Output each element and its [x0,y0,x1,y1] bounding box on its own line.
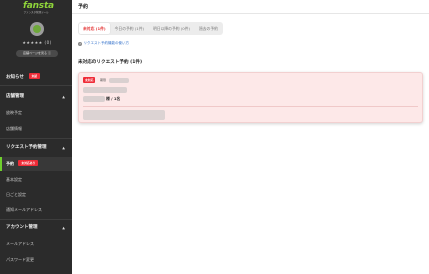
sidebar-item-label: お知らせ [6,75,24,80]
sidebar-item-broadcast-schedule[interactable]: 放映予定 [0,106,72,120]
sidebar-item-label: 店舗情報 [6,126,22,131]
sidebar-item-notification-email[interactable]: 通知メールアドレス [0,203,72,217]
tab-today[interactable]: 今日の予約 (1件) [111,23,148,34]
sidebar-item-label: 基本設定 [6,177,22,182]
sidebar-item-store-info[interactable]: 店舗情報 [0,122,72,136]
sidebar-section-store[interactable]: 店舗管理 ▲ [0,90,72,104]
page-title: 予約 [78,4,89,10]
sidebar-item-notice[interactable]: お知らせ 未読 [0,71,72,85]
help-link-label: リクエスト予約機能の使い方 [83,41,130,45]
status-badge: 未対応 [83,77,96,83]
sidebar-section-label: リクエスト予約管理 [6,145,47,150]
sidebar-section-label: アカウント管理 [6,225,38,230]
logo-subtitle: ファンスタ管理ツール [23,11,49,14]
help-link[interactable]: ? リクエスト予約機能の使い方 [78,41,129,46]
redacted-name [83,96,105,102]
sidebar-item-daily-settings[interactable]: 日ごと設定 [0,188,72,202]
question-icon: ? [78,41,82,46]
sidebar-item-label: 予約 [6,161,14,166]
redacted-message [83,110,165,120]
divider [0,85,72,86]
card-divider [83,106,418,107]
reservation-tabs: 未対応 (1件) 今日の予約 (1件) 明日以降の予約 (0件) 過去の予約 [78,22,223,35]
redacted-event [83,87,127,93]
sidebar-item-label: パスワード変更 [6,257,34,262]
avatar [30,22,44,36]
sidebar-item-label: 日ごと設定 [6,192,26,197]
store-rating: ★★★★★ (0) [22,40,52,45]
sidebar: fansta ファンスタ管理ツール ★★★★★ (0) 店舗ページを見る ⓘ お… [0,0,72,274]
sidebar-section-request[interactable]: リクエスト予約管理 ▲ [0,141,72,155]
sidebar-item-reservations[interactable]: 予約 未対応あり [0,157,72,171]
unread-badge: 未読 [28,73,41,79]
guest-count: 様 / 1名 [106,96,121,101]
divider [0,219,72,220]
top-bar: 予約 [72,0,429,14]
tab-pending[interactable]: 未対応 (1件) [79,23,110,34]
tab-upcoming[interactable]: 明日以降の予約 (0件) [149,23,194,34]
sidebar-section-account[interactable]: アカウント管理 ▲ [0,221,72,235]
pending-badge: 未対応あり [18,160,39,166]
section-title: 未対応のリクエスト予約 (1件) [78,60,143,65]
deadline-label: 期限 [100,78,107,82]
sidebar-item-basic-settings[interactable]: 基本設定 [0,173,72,187]
tab-past[interactable]: 過去の予約 [195,23,222,34]
reservation-card[interactable]: 未対応 期限 様 / 1名 [78,72,423,123]
store-page-button[interactable]: 店舗ページを見る ⓘ [16,50,58,57]
redacted-deadline [109,78,129,83]
sidebar-item-label: 通知メールアドレス [6,207,42,212]
chevron-up-icon: ▲ [62,146,65,150]
sidebar-section-label: 店舗管理 [6,94,24,99]
chevron-up-icon: ▲ [62,95,65,99]
sidebar-item-password-change[interactable]: パスワード変更 [0,253,72,267]
sidebar-item-email-address[interactable]: メールアドレス [0,237,72,251]
main-content: 未対応 (1件) 今日の予約 (1件) 明日以降の予約 (0件) 過去の予約 ?… [72,14,429,274]
divider [0,138,72,139]
sidebar-item-label: メールアドレス [6,241,34,246]
chevron-up-icon: ▲ [62,226,65,230]
sidebar-item-label: 放映予定 [6,110,22,115]
